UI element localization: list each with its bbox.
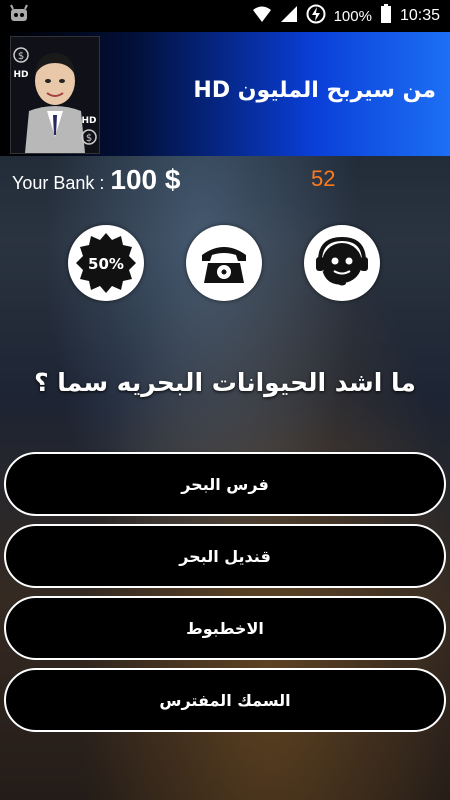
question-text: ما اشد الحيوانات البحريه سما ؟: [34, 368, 416, 397]
countdown-timer: 52: [311, 166, 336, 191]
answer-option-4[interactable]: السمك المفترس: [4, 668, 446, 732]
fifty-fifty-label: 50%: [88, 255, 124, 273]
wifi-icon: [252, 5, 272, 27]
lifeline-phone-button[interactable]: [186, 225, 262, 301]
logo-badge: HD: [81, 116, 96, 126]
battery-icon: [380, 4, 392, 28]
app-title: من سيربح المليون HD: [193, 78, 436, 103]
svg-text:$: $: [18, 51, 24, 62]
lifeline-fifty-fifty-button[interactable]: 50%: [68, 225, 144, 301]
phone-icon: [202, 247, 246, 283]
clock: 10:35: [399, 7, 440, 24]
headset-person-icon: [316, 236, 368, 286]
answer-option-2[interactable]: قنديل البحر: [4, 524, 446, 588]
svg-text:$: $: [86, 133, 92, 144]
signal-icon: [280, 5, 298, 27]
answer-option-3[interactable]: الاخطبوط: [4, 596, 446, 660]
answer-option-1[interactable]: فرس البحر: [4, 452, 446, 516]
status-bar: 100% 10:35: [0, 0, 450, 32]
bank-amount: 100 $: [110, 164, 181, 195]
app-logo: $ $ HD HD: [10, 36, 100, 154]
battery-saver-icon: [306, 4, 326, 28]
logo-badge: HD: [13, 70, 28, 80]
app-header: $ $ HD HD من سيربح المليون HD: [0, 32, 450, 156]
android-debug-icon: [8, 4, 30, 28]
lifeline-audience-button[interactable]: [304, 225, 380, 301]
battery-percent: 100%: [333, 7, 372, 25]
bank-row: Your Bank : 100 $: [12, 164, 438, 196]
bank-label: Your Bank :: [12, 173, 105, 193]
